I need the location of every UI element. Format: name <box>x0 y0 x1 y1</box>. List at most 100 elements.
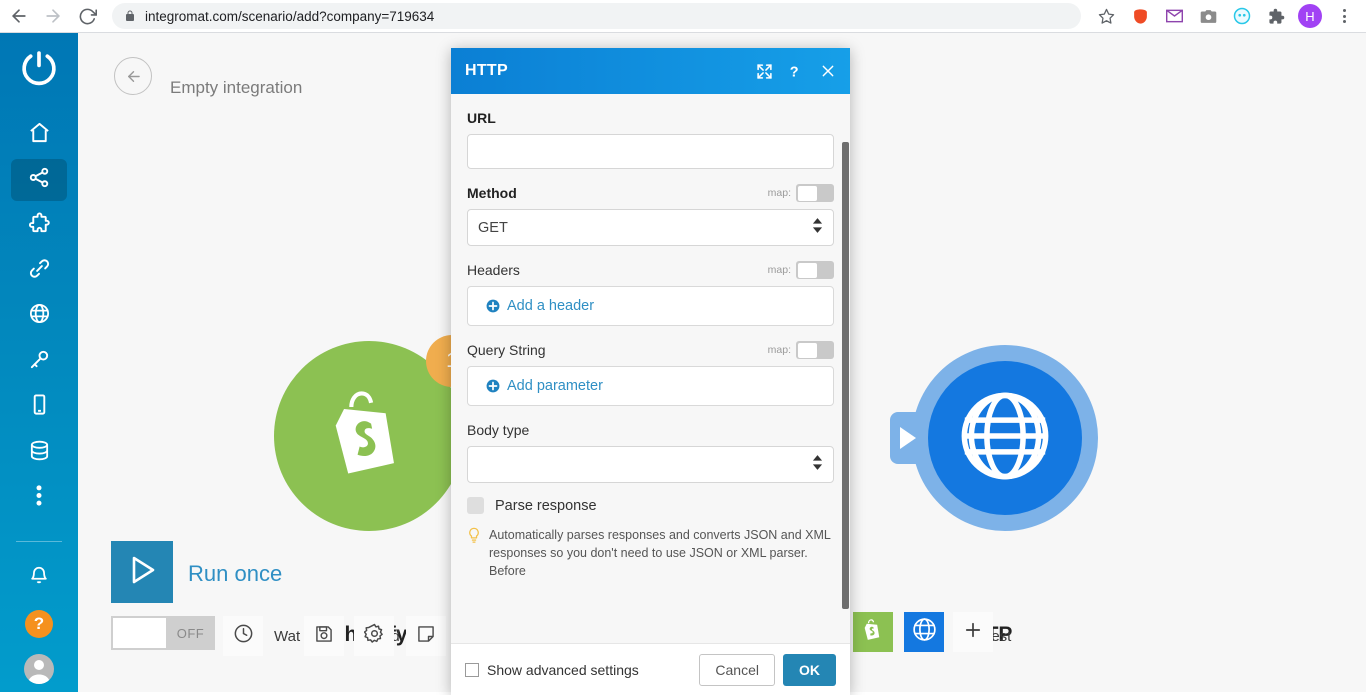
ok-button[interactable]: OK <box>783 653 836 686</box>
dialog-header: HTTP ? <box>451 48 850 94</box>
lock-icon <box>124 10 136 22</box>
control-notes-button[interactable] <box>406 616 446 656</box>
field-query-string-row: Query String map: <box>467 340 834 360</box>
tip-text: Automatically parses responses and conve… <box>489 528 831 578</box>
back-arrow-icon[interactable] <box>4 1 34 31</box>
parse-response-row[interactable]: Parse response <box>467 497 834 514</box>
node-http-group[interactable] <box>890 345 1098 531</box>
globe-icon <box>911 616 938 648</box>
node-shopify[interactable]: 1 <box>274 335 478 531</box>
favorite-http-button[interactable] <box>904 612 944 652</box>
circle-icon[interactable] <box>1227 1 1257 31</box>
star-icon[interactable] <box>1091 1 1121 31</box>
integromat-logo[interactable] <box>18 47 60 94</box>
play-icon <box>125 553 159 592</box>
parse-response-label: Parse response <box>495 497 597 514</box>
sidebar-item-help[interactable]: ? <box>11 603 67 644</box>
sidebar-item-data-stores[interactable] <box>11 432 67 473</box>
profile-initial: H <box>1298 4 1322 28</box>
sidebar-item-more[interactable] <box>11 477 67 518</box>
lightbulb-icon <box>467 527 481 549</box>
field-method-row: Method map: <box>467 183 834 203</box>
left-sidebar: ? <box>0 33 78 692</box>
method-select[interactable]: GET <box>467 209 834 246</box>
close-x-icon[interactable] <box>820 63 836 79</box>
camera-icon[interactable] <box>1193 1 1223 31</box>
database-icon <box>28 439 51 467</box>
add-header-button[interactable]: Add a header <box>467 286 834 326</box>
share-nodes-icon <box>28 166 51 194</box>
globe-icon <box>952 383 1058 494</box>
puzzle-icon[interactable] <box>1261 1 1291 31</box>
address-bar[interactable]: integromat.com/scenario/add?company=7196… <box>112 3 1081 29</box>
tip-row: Automatically parses responses and conve… <box>467 526 834 580</box>
toggle-knob <box>797 342 817 358</box>
vertical-dots-icon <box>36 484 42 512</box>
url-input[interactable] <box>467 134 834 169</box>
gear-icon <box>363 623 385 649</box>
pocket-icon[interactable] <box>1125 1 1155 31</box>
field-url-row: URL <box>467 108 834 128</box>
question-mark-icon[interactable]: ? <box>789 63 804 79</box>
three-dot-menu-icon[interactable] <box>1329 1 1359 31</box>
mail-icon[interactable] <box>1159 1 1189 31</box>
app-root: ? Empty integration 1 Shopify <box>0 33 1366 695</box>
sidebar-item-devices[interactable] <box>11 387 67 428</box>
add-favorite-button[interactable] <box>953 612 993 652</box>
control-save-button[interactable] <box>304 616 344 656</box>
sidebar-item-scenarios[interactable] <box>11 159 67 201</box>
body-type-select[interactable] <box>467 446 834 483</box>
parse-response-checkbox[interactable] <box>467 497 484 514</box>
cancel-button[interactable]: Cancel <box>699 653 775 686</box>
sidebar-item-webhooks[interactable] <box>11 296 67 337</box>
user-avatar <box>24 654 54 685</box>
canvas-bg-text-1: Wat <box>274 628 301 645</box>
control-settings-button[interactable] <box>354 616 394 656</box>
chevron-updown-icon <box>812 217 823 239</box>
expand-icon[interactable] <box>756 63 773 80</box>
scheduling-state-label: OFF <box>176 625 205 641</box>
puzzle-piece-icon <box>28 212 51 240</box>
method-value: GET <box>478 219 508 236</box>
toggle-knob <box>797 185 817 201</box>
bell-icon <box>28 565 50 592</box>
mobile-icon <box>28 393 51 421</box>
sidebar-item-templates[interactable] <box>11 205 67 246</box>
back-circle-arrow-icon[interactable] <box>114 57 152 95</box>
query-string-label: Query String <box>467 342 546 358</box>
plus-circle-icon <box>486 379 500 393</box>
node-http[interactable] <box>928 361 1082 515</box>
help-badge: ? <box>25 609 53 638</box>
favorite-shopify-button[interactable] <box>853 612 893 652</box>
http-module-dialog: HTTP ? URL Method map: GET Headers map: … <box>451 48 850 695</box>
add-parameter-button[interactable]: Add parameter <box>467 366 834 406</box>
plus-icon <box>963 620 983 645</box>
dialog-scrollbar[interactable] <box>842 142 849 609</box>
show-advanced-label[interactable]: Show advanced settings <box>487 662 699 678</box>
link-icon <box>28 257 51 285</box>
map-label: map: <box>767 264 791 276</box>
sidebar-item-notifications[interactable] <box>11 558 67 599</box>
run-once-button[interactable] <box>111 541 173 603</box>
field-headers-row: Headers map: <box>467 260 834 280</box>
profile-avatar[interactable]: H <box>1295 1 1325 31</box>
method-map-toggle[interactable]: map: <box>768 184 834 202</box>
show-advanced-checkbox[interactable] <box>465 662 479 677</box>
sidebar-item-account[interactable] <box>11 649 67 690</box>
sidebar-item-home[interactable] <box>11 114 67 155</box>
sidebar-item-keys[interactable] <box>11 341 67 382</box>
url-label: URL <box>467 110 496 126</box>
forward-arrow-icon[interactable] <box>38 1 68 31</box>
scheduling-knob <box>113 618 166 648</box>
control-schedule-button[interactable] <box>223 616 263 656</box>
globe-icon <box>28 302 51 330</box>
sidebar-item-connections[interactable] <box>11 250 67 291</box>
body-type-label: Body type <box>467 422 530 438</box>
run-once-label[interactable]: Run once <box>188 561 282 587</box>
scheduling-toggle[interactable]: OFF <box>111 616 215 650</box>
floppy-disk-icon <box>314 624 334 649</box>
headers-map-toggle[interactable]: map: <box>768 261 834 279</box>
note-icon <box>416 624 436 649</box>
reload-icon[interactable] <box>72 1 102 31</box>
query-string-map-toggle[interactable]: map: <box>768 341 834 359</box>
